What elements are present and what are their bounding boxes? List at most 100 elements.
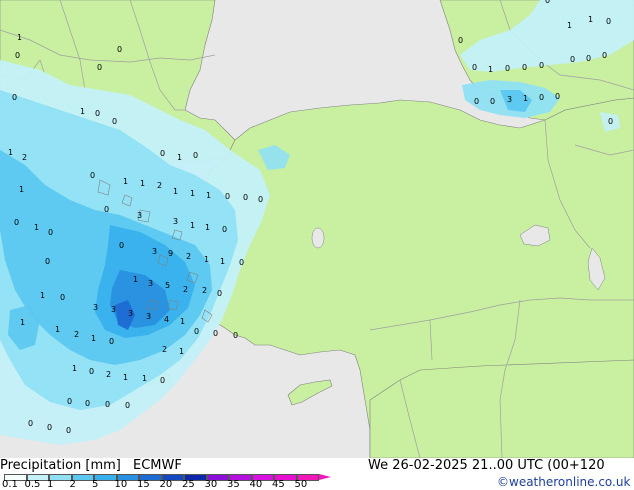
precip-label: 0 — [104, 205, 109, 214]
precip-label: 1 — [91, 334, 96, 343]
precip-label: 0 — [222, 225, 227, 234]
precip-label: 0 — [539, 93, 544, 102]
precip-label: 2 — [22, 153, 27, 162]
scale-tick-label: 0.5 — [24, 479, 41, 490]
precip-title: Precipitation [mm] — [0, 458, 121, 473]
precip-label: 2 — [186, 252, 191, 261]
precip-label: 1 — [133, 275, 138, 284]
precip-label: 1 — [142, 374, 147, 383]
color-scale-ticks: 0.1 0.5 1 2 5 10 15 20 25 30 35 40 45 50 — [0, 479, 330, 490]
precip-label: 1 — [140, 179, 145, 188]
lake-tuz — [311, 227, 325, 249]
precip-label: 1 — [179, 347, 184, 356]
precip-label: 3 — [152, 247, 157, 256]
precip-label: 1 — [20, 318, 25, 327]
scale-tick-label: 5 — [92, 479, 99, 490]
precip-label: 0 — [217, 289, 222, 298]
precip-label: 0 — [545, 0, 550, 5]
precip-label: 0 — [243, 193, 248, 202]
precip-label: 0 — [117, 45, 122, 54]
precip-label: 0 — [474, 97, 479, 106]
precip-label: 3 — [507, 95, 512, 104]
scale-tick-label: 35 — [227, 479, 240, 490]
precip-label: 0 — [105, 400, 110, 409]
precip-label: 1 — [19, 185, 24, 194]
precip-label: 0 — [125, 401, 130, 410]
precip-label: 1 — [488, 65, 493, 74]
precip-label: 0 — [213, 329, 218, 338]
precip-label: 0 — [225, 192, 230, 201]
precip-label: 0 — [258, 195, 263, 204]
credit[interactable]: ©weatheronline.co.uk — [497, 475, 630, 489]
precip-label: 3 — [111, 305, 116, 314]
precip-label: 0 — [602, 51, 607, 60]
precip-label: 1 — [205, 223, 210, 232]
precip-label: 3 — [173, 217, 178, 226]
precip-label: 0 — [95, 109, 100, 118]
scale-tick-label: 2 — [69, 479, 76, 490]
valid-datetime: We 26-02-2025 21..00 UTC (00+120 — [368, 458, 605, 473]
precip-label: 0 — [539, 61, 544, 70]
precipitation-map: 0 1 0 0 0 1 0 0 2 1 0 1 1 2 1 1 1 0 0 0 1 0 3 3 1 1 0 0 1 0 0 3 9 2 1 1 0 0 1 3… — [0, 0, 634, 458]
precip-label: 3 — [128, 309, 133, 318]
precip-label: 1 — [55, 325, 60, 334]
precip-label: 0 — [505, 64, 510, 73]
precip-label: 0 — [472, 63, 477, 72]
precip-label: 2 — [157, 181, 162, 190]
precip-label: 0 — [60, 293, 65, 302]
precip-label: 1 — [173, 187, 178, 196]
precip-label: 1 — [123, 373, 128, 382]
precip-label: 1 — [34, 223, 39, 232]
precip-label: 0 — [47, 423, 52, 432]
precip-label: 0 — [67, 397, 72, 406]
scale-tick-label: 45 — [272, 479, 285, 490]
footer: Precipitation [mm] ECMWF We 26-02-2025 2… — [0, 458, 634, 490]
precip-label: 0 — [608, 117, 613, 126]
precip-label: 0 — [45, 257, 50, 266]
precip-label: 0 — [97, 63, 102, 72]
precip-label: 3 — [93, 303, 98, 312]
precip-label: 1 — [190, 221, 195, 230]
precip-label: 2 — [74, 330, 79, 339]
precip-label: 3 — [146, 312, 151, 321]
precip-label: 1 — [17, 33, 22, 42]
precip-label: 5 — [165, 281, 170, 290]
precip-label: 0 — [89, 367, 94, 376]
precip-label: 0 — [90, 171, 95, 180]
precip-label: 0 — [112, 117, 117, 126]
precip-label: 1 — [567, 21, 572, 30]
precip-label: 1 — [40, 291, 45, 300]
precip-label: 2 — [183, 285, 188, 294]
precip-label: 0 — [119, 241, 124, 250]
precip-label: 1 — [177, 153, 182, 162]
precip-label: 4 — [164, 315, 169, 324]
precip-label: 0 — [586, 54, 591, 63]
precip-label: 0 — [570, 55, 575, 64]
precip-label: 3 — [137, 211, 142, 220]
precip-label: 0 — [66, 426, 71, 435]
precip-label: 0 — [109, 337, 114, 346]
precip-label: 1 — [80, 107, 85, 116]
scale-tick-label: 1 — [47, 479, 54, 490]
precip-label: 0 — [239, 258, 244, 267]
scale-tick-label: 15 — [137, 479, 150, 490]
scale-tick-label: 25 — [182, 479, 195, 490]
precip-label: 1 — [180, 317, 185, 326]
precip-label: 1 — [588, 15, 593, 24]
map-title: Precipitation [mm] ECMWF — [0, 458, 182, 473]
scale-tick-label: 30 — [204, 479, 218, 490]
precip-label: 1 — [190, 189, 195, 198]
scale-tick-label: 40 — [249, 479, 263, 490]
scale-tick-label: 50 — [294, 479, 308, 490]
scale-tick-label: 10 — [114, 479, 128, 490]
precip-label: 0 — [194, 327, 199, 336]
precip-label: 0 — [28, 419, 33, 428]
precip-label: 3 — [148, 279, 153, 288]
precip-label: 0 — [85, 399, 90, 408]
precip-label: 0 — [48, 228, 53, 237]
precip-label: 1 — [123, 177, 128, 186]
precip-label: 0 — [193, 151, 198, 160]
precip-label: 1 — [204, 255, 209, 264]
precip-label: 0 — [490, 97, 495, 106]
precip-label: 0 — [14, 218, 19, 227]
